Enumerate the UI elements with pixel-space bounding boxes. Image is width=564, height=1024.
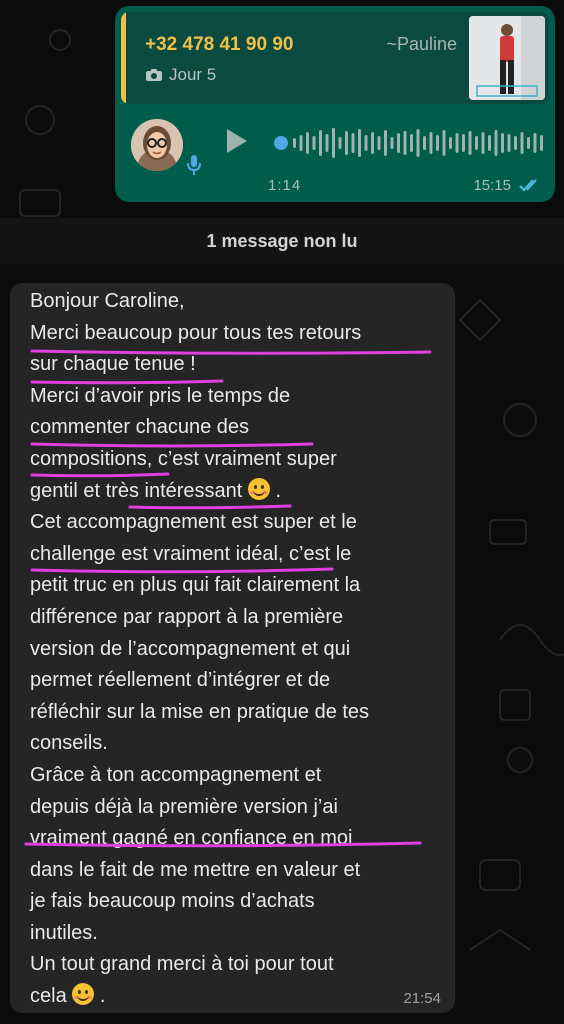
waveform-bar <box>429 132 433 154</box>
message-line-text: cela <box>30 985 67 1008</box>
message-line: Merci beaucoup pour tous tes retours <box>30 321 362 344</box>
camera-icon <box>146 69 162 81</box>
waveform-bar <box>338 137 342 149</box>
playback-position-dot <box>274 136 288 150</box>
waveform-bar <box>442 130 446 156</box>
waveform-bar <box>358 129 361 157</box>
waveform-bar <box>332 128 335 158</box>
waveform-bar <box>351 133 355 153</box>
waveform-bar <box>325 134 329 152</box>
waveform-bar <box>397 133 400 153</box>
message-line: sur chaque tenue ! <box>30 353 196 376</box>
incoming-message-time: 21:54 <box>403 990 441 1007</box>
message-line: je fais beaucoup moins d’achats <box>30 890 315 913</box>
message-line: commenter chacune des <box>30 416 250 439</box>
waveform-bar <box>455 133 459 153</box>
waveform-bar <box>345 131 348 155</box>
waveform-bar <box>403 131 407 155</box>
waveform-bar <box>533 133 537 153</box>
waveform-bar <box>501 133 504 153</box>
waveform-bar <box>293 138 296 148</box>
waveform-bar <box>436 135 439 151</box>
smiling-emoji <box>72 983 95 1006</box>
message-line: Cet accompagnement est super et le <box>30 511 357 534</box>
message-line: petit truc en plus qui fait clairement l… <box>30 574 361 597</box>
waveform-bar <box>410 134 413 152</box>
waveform-bar <box>384 130 387 156</box>
waveform-bar <box>494 130 498 156</box>
message-line: dans le fait de me mettre en valeur et <box>30 858 361 881</box>
message-line: challenge est vraiment idéal, c’est le <box>30 542 352 565</box>
message-line: version de l’accompagnement et qui <box>30 637 351 660</box>
message-line: Un tout grand merci à toi pour tout <box>30 953 334 976</box>
voice-duration: 1:14 <box>268 177 302 194</box>
waveform-bar <box>299 135 303 151</box>
outgoing-message-time: 15:15 <box>473 177 511 194</box>
waveform-bar <box>423 136 426 150</box>
outgoing-voice-message[interactable]: +32 478 41 90 90 ~Pauline Jour 5 1:14 15… <box>115 6 555 202</box>
waveform-bar <box>319 130 322 156</box>
quoted-subtitle-text: Jour 5 <box>169 65 217 84</box>
message-body: Bonjour Caroline, Merci beaucoup pour to… <box>30 286 450 1013</box>
message-line: conseils. <box>30 732 108 755</box>
message-line: différence par rapport à la première <box>30 605 344 628</box>
waveform-bar <box>312 136 316 150</box>
unread-messages-divider: 1 message non lu <box>0 218 564 264</box>
audio-waveform[interactable] <box>273 123 545 163</box>
waveform-bar <box>364 135 368 151</box>
message-line: vraiment gagné en confiance en moi <box>30 827 353 850</box>
message-line-with-emoji: cela . <box>30 983 106 1008</box>
waveform-bar <box>306 132 309 154</box>
waveform-bar <box>416 129 420 157</box>
message-line: Grâce à ton accompagnement et <box>30 763 322 786</box>
waveform-bar <box>462 134 465 152</box>
waveform-bar <box>449 137 452 149</box>
waveform-bar <box>371 132 374 154</box>
unread-divider-label: 1 message non lu <box>206 230 358 251</box>
quote-accent-bar <box>121 12 126 104</box>
message-line: Merci d’avoir pris le temps de <box>30 384 291 407</box>
message-line: réfléchir sur la mise en pratique de tes <box>30 700 370 723</box>
quoted-message-subtitle: Jour 5 <box>145 65 216 85</box>
message-line: permet réellement d’intégrer et de <box>30 669 331 692</box>
message-line-with-emoji: gentil et très intéressant . <box>30 477 282 502</box>
message-line: inutiles. <box>30 921 98 944</box>
message-line: compositions, c’est vraiment super <box>30 447 337 470</box>
waveform-bar <box>488 135 491 151</box>
waveform-bar <box>475 136 478 150</box>
quoted-sender-phone: +32 478 41 90 90 <box>145 34 294 55</box>
waveform-bar <box>468 131 472 155</box>
waveform-bar <box>390 137 394 149</box>
quoted-photo-thumbnail[interactable] <box>469 16 545 100</box>
waveform-bar <box>377 136 381 150</box>
play-icon[interactable] <box>227 129 247 153</box>
message-line-text: gentil et très intéressant <box>30 479 243 502</box>
waveform-bar <box>507 134 511 152</box>
waveform-bar <box>527 137 530 149</box>
quoted-message[interactable]: +32 478 41 90 90 ~Pauline Jour 5 <box>121 12 549 104</box>
waveform-bar <box>514 136 517 150</box>
waveform-bar <box>520 132 524 154</box>
avatar[interactable] <box>131 119 183 171</box>
double-check-icon <box>519 179 537 192</box>
message-line: depuis déjà la première version j’ai <box>30 795 338 818</box>
waveform-bar <box>481 132 485 154</box>
microphone-icon <box>187 155 201 175</box>
smiling-emoji <box>247 477 270 500</box>
quoted-sender-name: ~Pauline <box>386 34 457 54</box>
message-line: Bonjour Caroline, <box>30 290 185 312</box>
incoming-text-message[interactable]: Bonjour Caroline, Merci beaucoup pour to… <box>10 283 455 1013</box>
waveform-bar <box>540 135 543 151</box>
